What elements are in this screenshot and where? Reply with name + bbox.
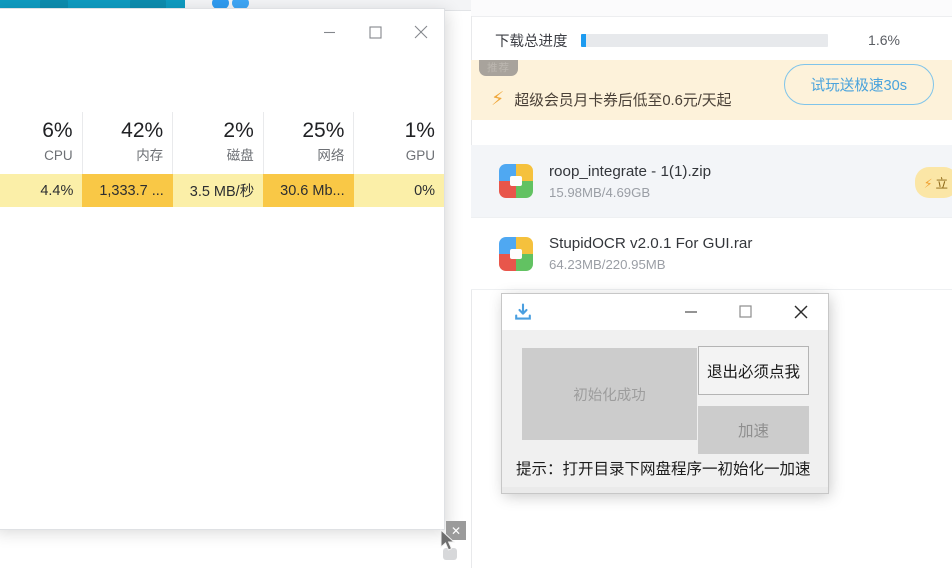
cell-gpu: 0% bbox=[353, 174, 445, 207]
download-icon bbox=[513, 302, 533, 322]
exit-button[interactable]: 退出必须点我 bbox=[698, 346, 809, 395]
table-row[interactable]: 4.4% 1,333.7 ... 3.5 MB/秒 30.6 Mb... 0% bbox=[0, 174, 445, 208]
task-manager-tab-strip bbox=[0, 70, 444, 113]
column-percent: 25% bbox=[302, 119, 345, 142]
accelerate-button-label: 立 bbox=[935, 177, 948, 191]
task-manager-title-bar[interactable] bbox=[0, 9, 444, 57]
download-item-meta: roop_integrate - 1(1).zip 15.98MB/4.69GB bbox=[549, 163, 711, 200]
column-percent: 6% bbox=[42, 119, 73, 142]
cell-network: 30.6 Mb... bbox=[263, 174, 354, 207]
window-controls bbox=[306, 9, 444, 55]
promo-text: 超级会员月卡券后低至0.6元/天起 bbox=[514, 92, 732, 109]
download-item-name: StupidOCR v2.0.1 For GUI.rar bbox=[549, 235, 753, 252]
total-progress-fill bbox=[580, 33, 587, 47]
pane-top-edge bbox=[471, 0, 952, 17]
cell-cpu: 4.4% bbox=[0, 174, 83, 207]
column-percent: 42% bbox=[121, 119, 164, 142]
accelerate-button[interactable]: ⚡ 立 bbox=[914, 167, 952, 198]
column-header-memory[interactable]: 42% 内存 bbox=[81, 112, 173, 174]
status-log: 初始化成功 bbox=[522, 348, 697, 440]
download-list-item[interactable]: StupidOCR v2.0.1 For GUI.rar 64.23MB/220… bbox=[471, 217, 952, 289]
dialog-status-bar bbox=[502, 487, 828, 493]
lightning-bolt-icon: ⚡ bbox=[491, 88, 505, 110]
column-label: 内存 bbox=[136, 148, 164, 163]
column-header-disk[interactable]: 2% 磁盘 bbox=[172, 112, 263, 174]
dialog-window-controls bbox=[663, 294, 828, 329]
column-percent: 1% bbox=[404, 119, 435, 142]
taskbar-button-1[interactable] bbox=[40, 0, 68, 9]
total-progress-row: 下载总进度 1.6% bbox=[471, 22, 952, 58]
maximize-icon[interactable] bbox=[352, 9, 398, 55]
column-label: CPU bbox=[44, 148, 73, 163]
minimize-icon[interactable] bbox=[306, 9, 352, 55]
lightning-bolt-icon: ⚡ bbox=[923, 177, 933, 191]
column-header-network[interactable]: 25% 网络 bbox=[262, 112, 354, 174]
column-label: 磁盘 bbox=[226, 148, 254, 163]
cell-disk: 3.5 MB/秒 bbox=[172, 174, 264, 207]
taskbar-button-2[interactable] bbox=[130, 0, 166, 9]
download-item-name: roop_integrate - 1(1).zip bbox=[549, 162, 712, 180]
promo-cta-button[interactable]: 试玩送极速30s bbox=[783, 64, 934, 105]
accelerate-button: 加速 bbox=[698, 406, 809, 454]
total-progress-percent: 1.6% bbox=[868, 32, 900, 48]
column-header-cpu[interactable]: 6% CPU bbox=[0, 112, 82, 174]
task-manager-window: 6% CPU 42% 内存 2% 磁盘 25% 网络 1% GPU 4.4% 1… bbox=[0, 9, 445, 529]
dialog-body: 初始化成功 退出必须点我 加速 提示：打开目录下网盘程序一初始化一加速 bbox=[502, 330, 828, 493]
close-icon[interactable] bbox=[398, 9, 444, 55]
column-header-gpu[interactable]: 1% GPU bbox=[353, 112, 444, 174]
close-icon[interactable] bbox=[773, 294, 828, 329]
hint-text: 提示：打开目录下网盘程序一初始化一加速 bbox=[516, 461, 811, 478]
list-divider bbox=[471, 289, 952, 290]
task-manager-column-headers: 6% CPU 42% 内存 2% 磁盘 25% 网络 1% GPU bbox=[0, 112, 444, 175]
accelerator-dialog: 初始化成功 退出必须点我 加速 提示：打开目录下网盘程序一初始化一加速 bbox=[502, 294, 828, 493]
download-item-meta: StupidOCR v2.0.1 For GUI.rar 64.23MB/220… bbox=[549, 235, 752, 272]
download-item-size: 64.23MB/220.95MB bbox=[549, 257, 666, 272]
download-item-size: 15.98MB/4.69GB bbox=[549, 184, 651, 200]
download-list-item[interactable]: roop_integrate - 1(1).zip 15.98MB/4.69GB… bbox=[471, 145, 952, 217]
total-progress-label: 下载总进度 bbox=[495, 33, 568, 50]
promo-banner[interactable]: 推荐 ⚡ 超级会员月卡券后低至0.6元/天起 试玩送极速30s bbox=[471, 60, 952, 120]
column-label: 网络 bbox=[317, 148, 345, 163]
task-manager-menu-strip bbox=[0, 57, 444, 71]
column-label: GPU bbox=[405, 148, 435, 163]
total-progress-bar bbox=[580, 33, 828, 47]
minimize-icon[interactable] bbox=[663, 294, 718, 329]
archive-file-icon bbox=[499, 164, 533, 198]
dialog-title-bar[interactable] bbox=[502, 294, 828, 331]
column-percent: 2% bbox=[223, 119, 254, 142]
task-manager-process-list bbox=[0, 207, 444, 529]
maximize-icon[interactable] bbox=[718, 294, 773, 329]
cell-memory: 1,333.7 ... bbox=[82, 174, 173, 207]
promo-badge: 推荐 bbox=[479, 60, 518, 76]
taskbar-strip bbox=[0, 0, 185, 9]
archive-file-icon bbox=[499, 236, 533, 271]
